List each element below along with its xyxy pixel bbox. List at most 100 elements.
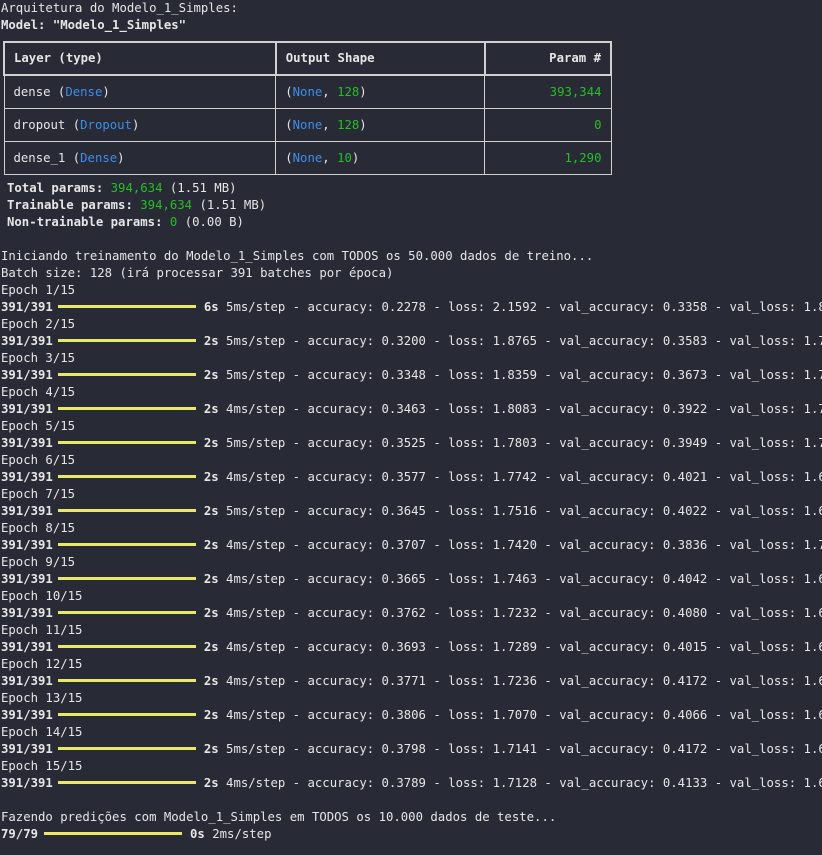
model-name-line: Model: "Modelo_1_Simples"	[1, 18, 187, 32]
header-param-count: Param #	[483, 41, 613, 76]
shape-none: None	[292, 150, 323, 165]
epoch-val-accuracy: 0.4172	[662, 742, 708, 756]
epoch-accuracy: 0.3577	[381, 470, 426, 484]
epoch-progress-line: 391/391 2s 5ms/step - accuracy: 0.3200 - …	[1, 333, 822, 350]
epoch-label: Epoch 1/15	[1, 283, 76, 297]
shape-dim: 128	[337, 117, 360, 132]
epoch-time: 2s	[203, 708, 219, 722]
epoch-val-loss: 1.6571	[803, 572, 822, 586]
layer-name: dense	[13, 84, 51, 99]
epoch-val-accuracy: 0.4015	[662, 640, 708, 654]
notebook-output: Arquitetura do Modelo_1_Simples: Model: …	[1, 0, 822, 843]
progress-bar	[57, 713, 196, 716]
epoch-label: Epoch 5/15	[1, 419, 76, 433]
epoch-rate: 4ms/step	[226, 606, 286, 620]
epoch-val-loss: 1.6717	[803, 504, 822, 518]
shape-cell: (None, 128)	[275, 74, 486, 109]
prediction-time: 0s	[190, 827, 205, 841]
total-params-line: Total params: 394,634 (1.51 MB)	[7, 181, 237, 195]
epoch-val-accuracy: 0.3583	[662, 334, 708, 348]
nontrainable-params-line: Non-trainable params: 0 (0.00 B)	[7, 215, 244, 229]
prediction-rate: 2ms/step	[212, 827, 272, 841]
epoch-loss: 1.7070	[492, 708, 538, 722]
epoch-val-accuracy: 0.4042	[662, 572, 708, 586]
progress-bar	[57, 509, 196, 512]
epoch-steps: 391/391	[1, 572, 53, 586]
epoch-val-loss: 1.6227	[803, 674, 822, 688]
epoch-val-accuracy: 0.3949	[662, 436, 708, 450]
table-row: dense (Dense) (None, 128) 393,344	[3, 74, 612, 109]
epoch-progress-line: 391/391 2s 4ms/step - accuracy: 0.3771 - …	[1, 673, 822, 690]
progress-bar	[57, 475, 196, 478]
progress-bar	[57, 543, 196, 546]
progress-bar	[57, 645, 196, 648]
architecture-heading: Arquitetura do Modelo_1_Simples:	[1, 1, 238, 15]
shape-cell: (None, 128)	[275, 108, 486, 142]
epoch-accuracy: 0.3789	[381, 776, 426, 790]
shape-cell: (None, 10)	[275, 141, 486, 175]
epoch-accuracy: 0.3525	[381, 436, 426, 450]
epoch-val-loss: 1.6721	[803, 640, 822, 654]
epoch-val-accuracy: 0.4080	[662, 606, 708, 620]
epoch-rate: 5ms/step	[226, 742, 286, 756]
epoch-progress-line: 391/391 2s 5ms/step - accuracy: 0.3798 - …	[1, 741, 822, 758]
epoch-time: 2s	[203, 470, 219, 484]
epoch-steps: 391/391	[1, 606, 53, 620]
epoch-rate: 4ms/step	[226, 470, 286, 484]
param-cell: 1,290	[484, 141, 612, 175]
training-log: Epoch 1/15 391/391 6s 5ms/step - accuracy:…	[1, 282, 822, 792]
epoch-label: Epoch 12/15	[1, 657, 83, 671]
progress-bar	[57, 305, 196, 308]
epoch-label: Epoch 11/15	[1, 623, 83, 637]
epoch-val-loss: 1.6482	[803, 708, 822, 722]
shape-dim: 10	[337, 150, 352, 165]
layer-cell: dense_1 (Dense)	[3, 141, 277, 175]
epoch-loss: 1.7232	[492, 606, 538, 620]
epoch-accuracy: 0.3762	[381, 606, 426, 620]
progress-bar	[57, 747, 196, 750]
epoch-val-accuracy: 0.3358	[662, 300, 708, 314]
layer-name: dropout	[13, 117, 66, 132]
epoch-rate: 4ms/step	[226, 538, 286, 552]
epoch-steps: 391/391	[1, 538, 53, 552]
epoch-label: Epoch 15/15	[1, 759, 83, 773]
epoch-val-loss: 1.7133	[803, 538, 822, 552]
epoch-progress-line: 391/391 2s 4ms/step - accuracy: 0.3577 - …	[1, 469, 822, 486]
layer-name: dense_1	[13, 150, 66, 165]
epoch-loss: 1.7463	[492, 572, 538, 586]
epoch-val-loss: 1.7131	[803, 436, 822, 450]
epoch-accuracy: 0.3645	[381, 504, 426, 518]
epoch-loss: 1.8359	[492, 368, 538, 382]
epoch-val-loss: 1.6705	[803, 470, 822, 484]
training-start-line: Iniciando treinamento do Modelo_1_Simple…	[1, 249, 594, 263]
epoch-accuracy: 0.3200	[381, 334, 426, 348]
epoch-loss: 1.7420	[492, 538, 538, 552]
epoch-rate: 5ms/step	[226, 368, 286, 382]
epoch-loss: 1.8083	[492, 402, 538, 416]
epoch-progress-line: 391/391 2s 5ms/step - accuracy: 0.3645 - …	[1, 503, 822, 520]
epoch-progress-line: 391/391 2s 4ms/step - accuracy: 0.3789 - …	[1, 775, 822, 792]
epoch-rate: 5ms/step	[226, 300, 286, 314]
epoch-progress-line: 391/391 2s 4ms/step - accuracy: 0.3693 - …	[1, 639, 822, 656]
epoch-label: Epoch 8/15	[1, 521, 76, 535]
epoch-rate: 4ms/step	[226, 708, 286, 722]
epoch-val-loss: 1.6418	[803, 776, 822, 790]
epoch-time: 2s	[203, 368, 219, 382]
epoch-progress-line: 391/391 2s 4ms/step - accuracy: 0.3707 - …	[1, 537, 822, 554]
epoch-progress-line: 391/391 2s 4ms/step - accuracy: 0.3762 - …	[1, 605, 822, 622]
epoch-rate: 4ms/step	[226, 776, 286, 790]
layer-cell: dense (Dense)	[3, 74, 277, 109]
epoch-label: Epoch 13/15	[1, 691, 83, 705]
prediction-progress-line: 79/79 0s 2ms/step	[1, 826, 822, 843]
epoch-label: Epoch 2/15	[1, 317, 76, 331]
epoch-progress-line: 391/391 2s 5ms/step - accuracy: 0.3525 - …	[1, 435, 822, 452]
layer-type: Dense	[65, 84, 103, 99]
epoch-accuracy: 0.3665	[381, 572, 426, 586]
layer-type: Dropout	[80, 117, 132, 132]
header-output-shape: Output Shape	[274, 41, 486, 76]
trainable-params-line: Trainable params: 394,634 (1.51 MB)	[7, 198, 267, 212]
shape-none: None	[292, 84, 323, 99]
epoch-loss: 1.7236	[492, 674, 538, 688]
param-cell: 393,344	[484, 74, 612, 109]
epoch-val-loss: 1.6380	[803, 742, 822, 756]
